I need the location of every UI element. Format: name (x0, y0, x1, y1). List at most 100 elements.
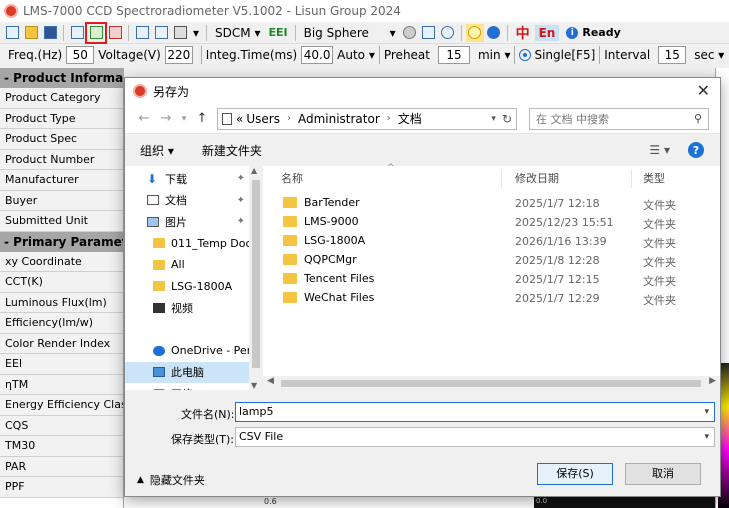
column-name[interactable]: 名称 (281, 170, 303, 186)
sdcm-dropdown[interactable]: SDCM ▾ (211, 26, 264, 40)
parameter-row[interactable]: Product Number (0, 149, 123, 170)
parameter-row[interactable]: PPF (0, 477, 123, 498)
table-row[interactable]: BarTender 2025/1/7 12:18 文件夹 (263, 194, 720, 213)
parameter-row[interactable]: Product Category (0, 88, 123, 109)
calibrate-button[interactable] (133, 24, 151, 42)
nav-item[interactable]: 011_Temp Doc (125, 233, 249, 255)
nav-item[interactable]: ⬇ 下载 ✦ (125, 168, 249, 190)
organize-button[interactable]: 组织 ▾ (140, 142, 174, 159)
parameter-row[interactable]: CCT(K) (0, 272, 123, 293)
nav-item[interactable]: 图片 ✦ (125, 211, 249, 233)
parameter-row[interactable]: Color Render Index (0, 333, 123, 354)
parameter-row[interactable]: TM30 (0, 436, 123, 457)
nav-item[interactable]: All (125, 254, 249, 276)
voltage-input[interactable]: 220 (164, 46, 193, 64)
nav-item[interactable]: LSG-1800A (125, 276, 249, 298)
export-csv-button[interactable] (85, 21, 107, 44)
breadcrumb-administrator[interactable]: Administrator (298, 112, 380, 126)
h-scroll-thumb[interactable] (281, 380, 701, 387)
chevron-down-icon[interactable]: ▾ (704, 403, 709, 421)
parameter-row[interactable]: Efficiency(lm/w) (0, 313, 123, 334)
forward-arrow-icon[interactable]: → (155, 111, 177, 126)
nav-item[interactable]: 视频 (125, 297, 249, 319)
scroll-right-arrow-icon[interactable]: ▶ (709, 376, 716, 386)
product-info-section[interactable]: - Product Information (0, 68, 123, 88)
column-type[interactable]: 类型 (643, 170, 665, 186)
save-button[interactable]: 保存(S) (537, 463, 613, 485)
nav-scroll-thumb[interactable] (252, 180, 260, 368)
parameter-row[interactable]: ηTM (0, 374, 123, 395)
table-row[interactable]: QQPCMgr 2025/1/8 12:28 文件夹 (263, 251, 720, 270)
filename-input[interactable]: lamp5 ▾ (235, 402, 715, 422)
parameter-row[interactable]: Manufacturer (0, 170, 123, 191)
address-dropdown-chevron-icon[interactable]: ▾ (491, 114, 496, 124)
nav-item[interactable]: 网络 (125, 383, 249, 390)
lang-english-button[interactable]: En (534, 24, 560, 41)
refresh-button[interactable] (439, 24, 457, 42)
print-button[interactable] (171, 24, 189, 42)
preheat-unit-dropdown[interactable]: min ▾ (478, 48, 510, 62)
eei-button[interactable]: EEI (265, 26, 290, 39)
edit-button[interactable] (152, 24, 170, 42)
breadcrumb-documents[interactable]: 文档 (398, 110, 422, 127)
nav-item[interactable]: 文档 ✦ (125, 190, 249, 212)
view-options-button[interactable]: ☰ ▾ (649, 143, 670, 157)
breadcrumb-users[interactable]: Users (246, 112, 280, 126)
print-dropdown-chevron-icon[interactable]: ▾ (190, 26, 202, 40)
parameter-row[interactable]: CQS (0, 415, 123, 436)
integ-time-input[interactable]: 40.0 (301, 46, 334, 64)
address-bar[interactable]: « Users › Administrator › 文档 ▾ ↻ (217, 107, 517, 130)
single-radio[interactable] (519, 49, 532, 61)
parameter-row[interactable]: Buyer (0, 190, 123, 211)
file-hscrollbar[interactable]: ◀ ▶ (263, 376, 720, 390)
nav-item[interactable]: 此电脑 (125, 361, 249, 383)
new-folder-button[interactable]: 新建文件夹 (202, 142, 262, 159)
table-row[interactable]: LMS-9000 2025/12/23 15:51 文件夹 (263, 213, 720, 232)
report-button[interactable] (106, 24, 124, 42)
lang-chinese-button[interactable]: 中 (512, 23, 534, 43)
parameter-row[interactable]: Product Type (0, 108, 123, 129)
table-row[interactable]: LSG-1800A 2026/1/16 13:39 文件夹 (263, 232, 720, 251)
scroll-up-arrow-icon[interactable]: ▲ (251, 166, 257, 175)
primary-params-section[interactable]: - Primary Parameters (0, 231, 123, 252)
search-input[interactable]: 在 文档 中搜索 ⚲ (529, 107, 709, 130)
interval-input[interactable]: 15 (658, 46, 687, 64)
data-table-button[interactable] (68, 24, 86, 42)
preheat-input[interactable]: 15 (437, 46, 470, 64)
settings-button[interactable] (401, 24, 419, 42)
new-file-button[interactable] (3, 24, 21, 42)
open-file-button[interactable] (22, 24, 40, 42)
lamp-button[interactable] (465, 23, 484, 42)
help-icon[interactable]: ? (688, 142, 704, 158)
save-button[interactable] (41, 24, 59, 42)
auto-dropdown[interactable]: Auto ▾ (337, 48, 375, 62)
parameter-row[interactable]: EEI (0, 354, 123, 375)
chevron-down-icon[interactable]: ▾ (704, 428, 709, 446)
back-arrow-icon[interactable]: ← (133, 111, 155, 126)
close-icon[interactable]: ✕ (697, 81, 710, 100)
nav-item[interactable]: OneDrive - Perso (125, 340, 249, 362)
column-divider[interactable] (501, 170, 502, 188)
help-button[interactable] (485, 24, 503, 42)
calculator-button[interactable] (420, 24, 438, 42)
column-divider[interactable] (631, 170, 632, 188)
parameter-row[interactable]: Luminous Flux(lm) (0, 292, 123, 313)
scroll-left-arrow-icon[interactable]: ◀ (267, 376, 274, 386)
scroll-down-arrow-icon[interactable]: ▼ (251, 381, 257, 390)
parameter-row[interactable]: Energy Efficiency Class (0, 395, 123, 416)
table-row[interactable]: WeChat Files 2025/1/7 12:29 文件夹 (263, 289, 720, 308)
column-modified[interactable]: 修改日期 (515, 170, 559, 186)
parameter-row[interactable]: Product Spec (0, 129, 123, 150)
up-arrow-icon[interactable]: ↑ (191, 111, 213, 126)
table-row[interactable]: Tencent Files 2025/1/7 12:15 文件夹 (263, 270, 720, 289)
hide-folders-toggle[interactable]: ▲ 隐藏文件夹 (137, 472, 205, 488)
freq-input[interactable]: 50 (66, 46, 95, 64)
cancel-button[interactable]: 取消 (625, 463, 701, 485)
filetype-select[interactable]: CSV File ▾ (235, 427, 715, 447)
interval-unit-dropdown[interactable]: sec ▾ (694, 48, 724, 62)
sphere-select[interactable]: Big Sphere ▾ (300, 26, 400, 40)
parameter-row[interactable]: Submitted Unit (0, 211, 123, 232)
parameter-row[interactable]: xy Coordinate (0, 251, 123, 272)
recent-chevron-icon[interactable]: ▾ (177, 114, 191, 124)
parameter-row[interactable]: PAR (0, 456, 123, 477)
